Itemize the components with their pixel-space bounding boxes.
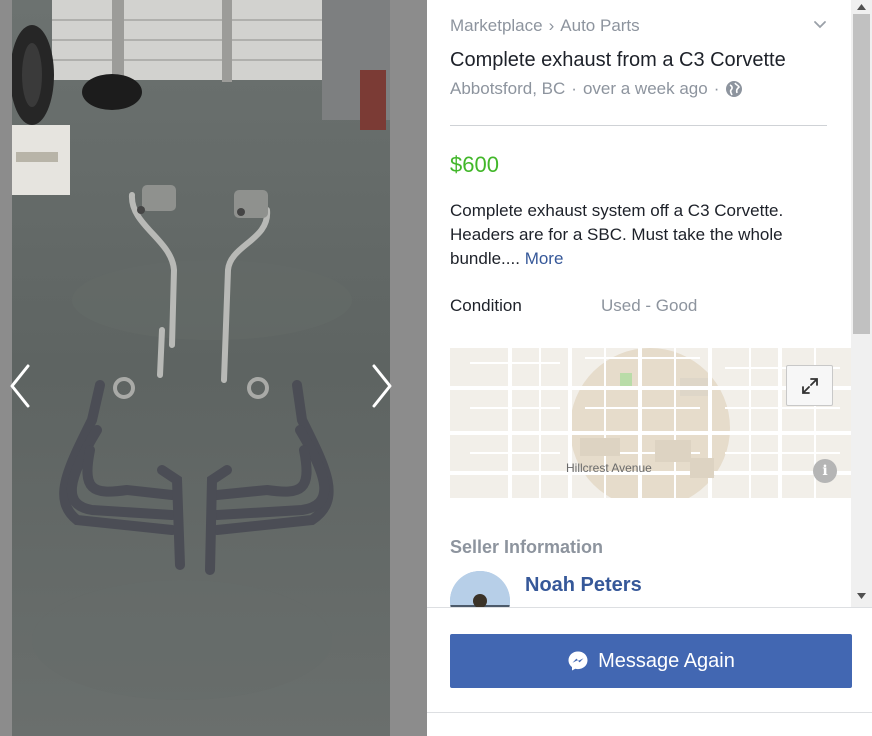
listing-title: Complete exhaust from a C3 Corvette [450, 49, 786, 71]
footer-divider [427, 712, 872, 713]
location-map[interactable]: Hillcrest Avenue i [450, 348, 851, 498]
meta-separator: · [713, 79, 720, 98]
condition-value: Used - Good [601, 296, 698, 315]
next-photo-button[interactable] [362, 360, 402, 412]
listing-description: Complete exhaust system off a C3 Corvett… [450, 199, 820, 271]
action-footer: Message Again [427, 607, 872, 736]
seller-information-heading: Seller Information [450, 537, 604, 557]
listing-meta: Abbotsford, BC · over a week ago · [450, 79, 743, 99]
listing-photo [12, 0, 390, 736]
description-text: Complete exhaust system off a C3 Corvett… [450, 201, 784, 268]
chevron-left-icon [10, 364, 30, 408]
breadcrumb-separator: › [548, 16, 555, 35]
breadcrumb-marketplace[interactable]: Marketplace [450, 16, 543, 36]
scroll-up-arrow[interactable] [851, 0, 872, 14]
listing-detail-panel: Marketplace › Auto Parts Complete exhaus… [427, 0, 872, 736]
options-dropdown-button[interactable] [812, 16, 828, 32]
expand-icon [801, 377, 818, 394]
listing-detail-scroll-area[interactable]: Marketplace › Auto Parts Complete exhaus… [427, 0, 851, 607]
map-expand-button[interactable] [786, 365, 833, 406]
section-divider [450, 125, 827, 126]
listing-price: $600 [450, 152, 499, 177]
seller-name-link[interactable]: Noah Peters [525, 574, 642, 597]
detail-scrollbar[interactable] [851, 0, 872, 607]
see-more-link[interactable]: More [525, 249, 564, 268]
listing-location[interactable]: Abbotsford, BC [450, 79, 565, 99]
globe-icon [726, 81, 743, 97]
messenger-icon [568, 651, 588, 671]
listing-time: over a week ago [582, 79, 708, 98]
breadcrumb: Marketplace › Auto Parts [450, 16, 828, 38]
map-info-button[interactable]: i [813, 459, 837, 483]
meta-separator: · [571, 79, 577, 98]
previous-photo-button[interactable] [0, 360, 40, 412]
chevron-down-icon [814, 21, 826, 29]
condition-label: Condition [450, 296, 522, 315]
triangle-down-icon [857, 593, 866, 599]
photo-viewer [0, 0, 427, 736]
scroll-down-arrow[interactable] [851, 589, 872, 603]
avatar-image [450, 571, 510, 607]
message-again-button[interactable]: Message Again [450, 634, 852, 688]
chevron-right-icon [372, 364, 392, 408]
seller-avatar[interactable] [450, 571, 510, 607]
map-street-label: Hillcrest Avenue [566, 461, 652, 475]
breadcrumb-auto-parts[interactable]: Auto Parts [560, 16, 639, 36]
triangle-up-icon [857, 4, 866, 10]
scroll-thumb[interactable] [853, 14, 870, 334]
message-again-label: Message Again [598, 649, 735, 672]
